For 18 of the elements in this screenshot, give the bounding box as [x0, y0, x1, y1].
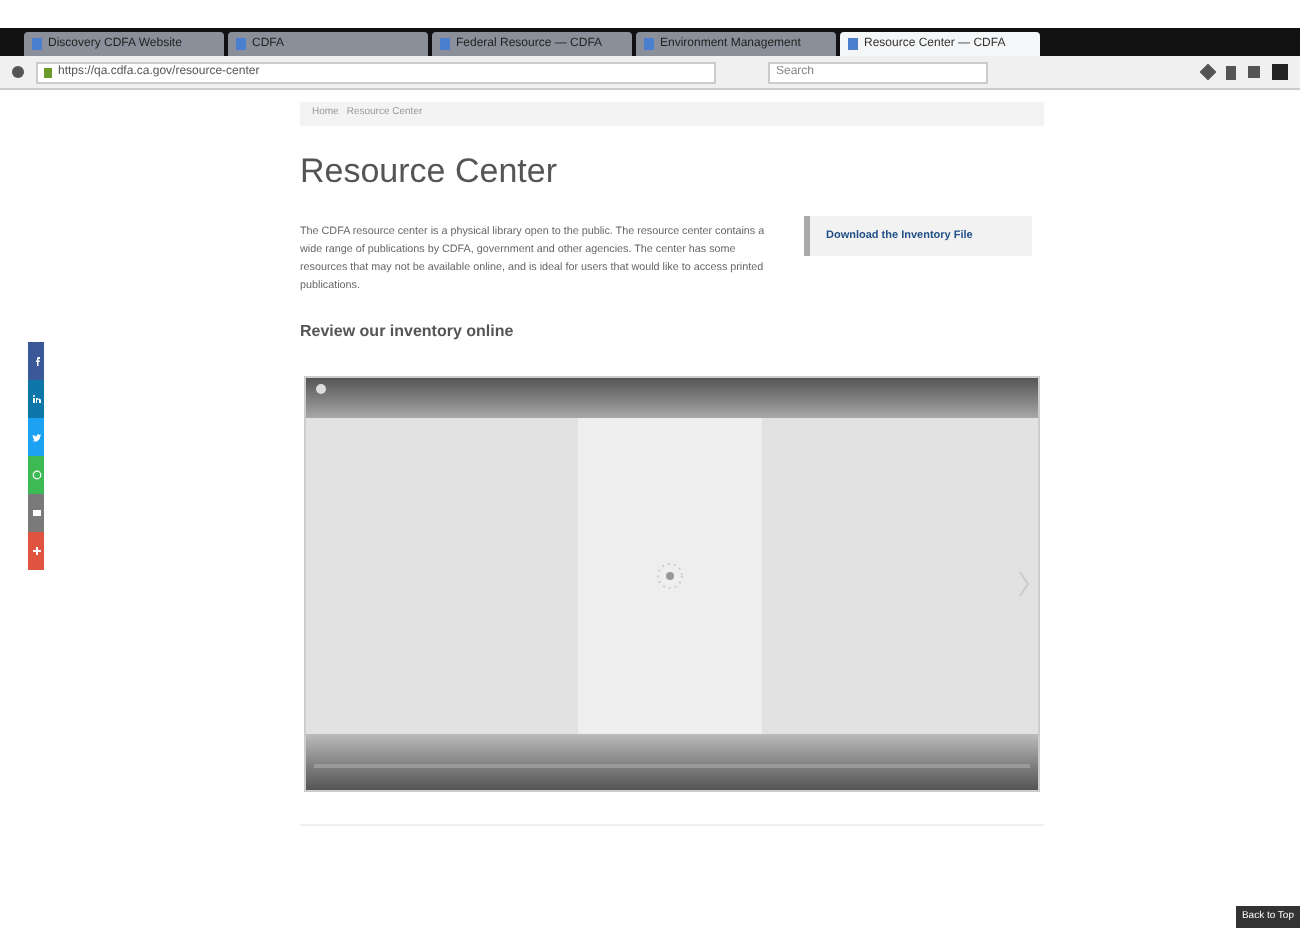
loading-spinner-icon — [656, 562, 684, 590]
page-title: Resource Center — [300, 154, 560, 188]
share-button[interactable] — [28, 494, 44, 532]
share-button[interactable] — [28, 380, 44, 418]
page-icon — [644, 38, 654, 50]
plus-icon — [31, 546, 41, 556]
section-heading: Review our inventory online — [300, 320, 516, 344]
page-icon — [32, 38, 42, 50]
page-icon — [440, 38, 450, 50]
facebook-icon — [31, 356, 41, 366]
share-button[interactable] — [28, 532, 44, 570]
share-button[interactable] — [28, 342, 44, 380]
bird-icon — [31, 432, 41, 442]
page-icon — [848, 38, 858, 50]
share-button[interactable] — [28, 418, 44, 456]
page-icon — [236, 38, 246, 50]
linkedin-icon — [31, 394, 41, 404]
logo-icon — [316, 384, 326, 394]
